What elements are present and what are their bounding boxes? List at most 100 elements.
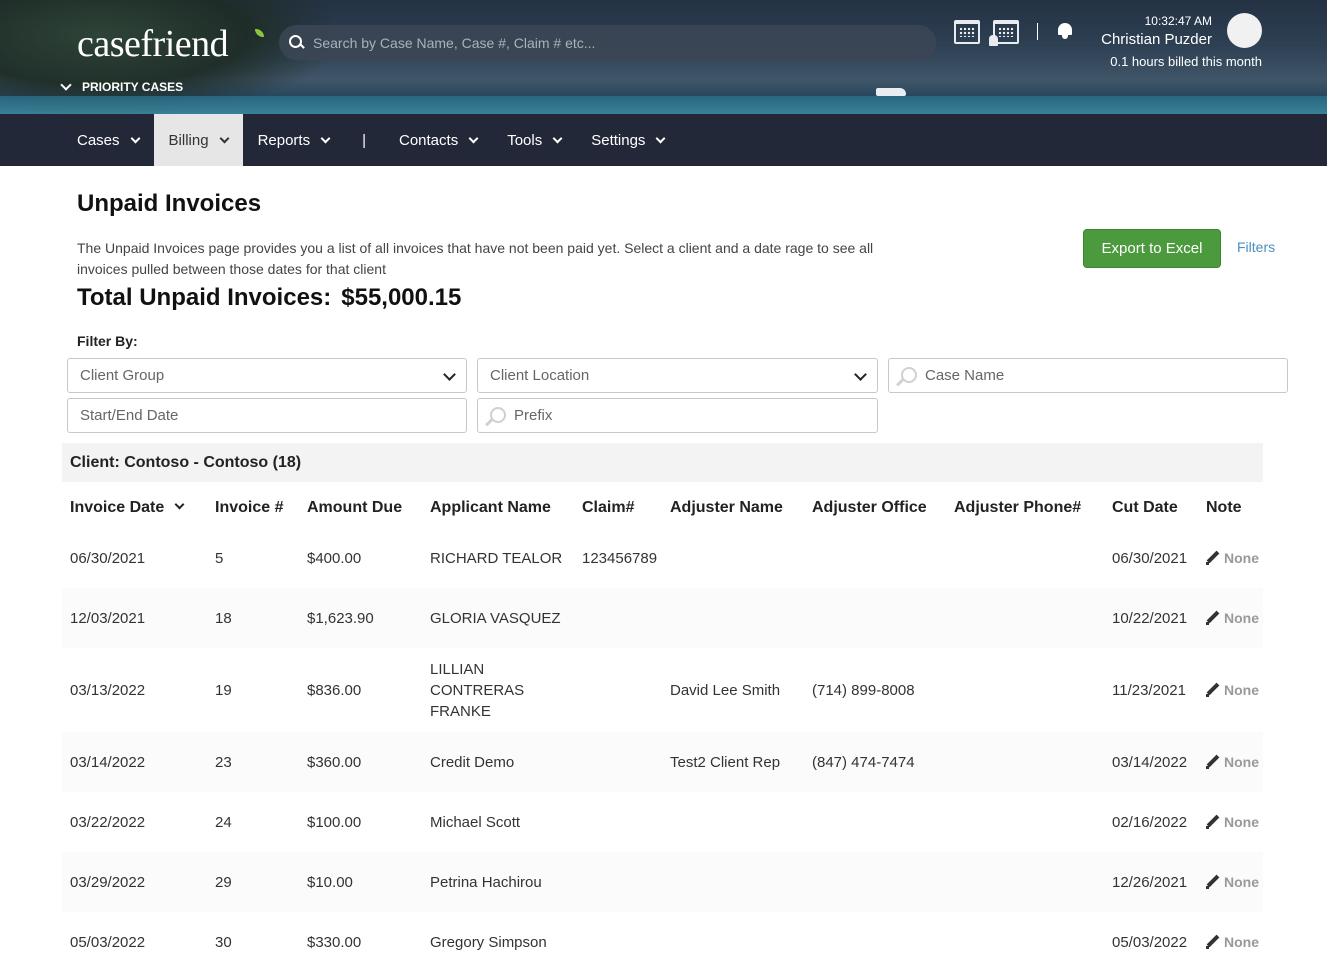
col-amount-due[interactable]: Amount Due: [299, 487, 422, 528]
app-logo[interactable]: casefriend: [77, 22, 264, 66]
user-name[interactable]: Christian Puzder: [1070, 31, 1212, 48]
col-invoice-date[interactable]: Invoice Date: [62, 487, 207, 528]
col-adjuster-name[interactable]: Adjuster Name: [662, 487, 804, 528]
cell-adjuster-name: Test2 Client Rep: [662, 732, 804, 792]
table-row[interactable]: 03/29/2022 29 $10.00 Petrina Hachirou 12/26/…: [62, 852, 1263, 912]
total-value: $55,000.15: [341, 284, 462, 311]
table-row[interactable]: 03/22/2022 24 $100.00 Michael Scott 02/16/20…: [62, 792, 1263, 852]
cell-claim: [574, 792, 662, 852]
app-header: casefriend PRIORITY CASES 10:32:47 AM Ch…: [0, 0, 1327, 114]
cell-adjuster-phone: [946, 792, 1104, 852]
person-icon: [989, 35, 998, 46]
case-name-input[interactable]: Case Name: [888, 358, 1288, 393]
cell-note[interactable]: None: [1198, 792, 1263, 852]
table-row[interactable]: 12/03/2021 18 $1,623.90 GLORIA VASQUEZ 10/22…: [62, 588, 1263, 648]
cell-note[interactable]: None: [1198, 912, 1263, 972]
col-cut-date[interactable]: Cut Date: [1104, 487, 1198, 528]
note-text: None: [1224, 549, 1259, 566]
edit-note-button[interactable]: None: [1206, 548, 1263, 569]
col-claim[interactable]: Claim#: [574, 487, 662, 528]
priority-cases-toggle[interactable]: PRIORITY CASES: [60, 79, 183, 94]
nav-contacts[interactable]: Contacts: [384, 114, 492, 166]
table-row[interactable]: 03/14/2022 23 $360.00 Credit Demo Test2 Clie…: [62, 732, 1263, 792]
cell-cut-date: 10/22/2021: [1104, 588, 1198, 648]
pencil-icon: [1206, 875, 1220, 889]
total-label: Total Unpaid Invoices:: [77, 284, 332, 311]
nav-billing[interactable]: Billing: [153, 114, 243, 166]
table-row[interactable]: 05/03/2022 30 $330.00 Gregory Simpson 05/03/…: [62, 912, 1263, 972]
filters-link[interactable]: Filters: [1237, 239, 1275, 255]
cell-invoice-date: 03/29/2022: [62, 852, 207, 912]
cell-cut-date: 12/26/2021: [1104, 852, 1198, 912]
cell-claim: 123456789: [574, 528, 662, 588]
chevron-down-icon: [655, 133, 666, 143]
edit-note-button[interactable]: None: [1206, 872, 1263, 893]
edit-note-button[interactable]: None: [1206, 752, 1263, 773]
cell-applicant-name: Credit Demo: [422, 732, 574, 792]
cell-invoice-date: 05/03/2022: [62, 912, 207, 972]
cell-amount-due: $360.00: [299, 732, 422, 792]
main-nav: Cases Billing Reports | Contacts Tools S…: [0, 114, 1327, 166]
col-invoice-number[interactable]: Invoice #: [207, 487, 299, 528]
edit-note-button[interactable]: None: [1206, 680, 1263, 701]
table-row[interactable]: 06/30/2021 5 $400.00 RICHARD TEALOR 12345678…: [62, 528, 1263, 588]
cell-adjuster-phone: [946, 852, 1104, 912]
chevron-down-icon: [130, 133, 140, 143]
cell-invoice-date: 03/22/2022: [62, 792, 207, 852]
cell-adjuster-phone: [946, 588, 1104, 648]
nav-tools[interactable]: Tools: [492, 114, 576, 166]
cell-adjuster-name: [662, 588, 804, 648]
edit-note-button[interactable]: None: [1206, 608, 1263, 629]
prefix-input[interactable]: Prefix: [477, 398, 878, 433]
cell-note[interactable]: None: [1198, 732, 1263, 792]
search-input[interactable]: [313, 34, 913, 51]
client-group-select[interactable]: Client Group: [67, 358, 467, 393]
cell-adjuster-office: (847) 474-7474: [804, 732, 946, 792]
avatar[interactable]: [1227, 13, 1262, 48]
cell-amount-due: $10.00: [299, 852, 422, 912]
cell-applicant-name: Michael Scott: [422, 792, 574, 852]
cell-cut-date: 02/16/2022: [1104, 792, 1198, 852]
note-text: None: [1224, 609, 1259, 626]
col-adjuster-office[interactable]: Adjuster Office: [804, 487, 946, 528]
cell-claim: [574, 648, 662, 732]
chevron-down-icon: [443, 368, 456, 381]
search-icon: [484, 405, 506, 427]
global-search[interactable]: [279, 25, 936, 60]
cell-applicant-name: Petrina Hachirou: [422, 852, 574, 912]
cell-amount-due: $400.00: [299, 528, 422, 588]
cell-invoice-date: 03/13/2022: [62, 648, 207, 732]
col-applicant-name[interactable]: Applicant Name: [422, 487, 574, 528]
table-row[interactable]: 03/13/2022 19 $836.00 LILLIAN CONTRERAS FRA…: [62, 648, 1263, 732]
cell-claim: [574, 732, 662, 792]
edit-note-button[interactable]: None: [1206, 932, 1263, 953]
sort-chevron-icon: [174, 499, 185, 509]
pencil-icon: [1206, 815, 1220, 829]
cell-invoice-number: 19: [207, 648, 299, 732]
page-description: The Unpaid Invoices page provides you a …: [77, 240, 874, 277]
cell-invoice-number: 18: [207, 588, 299, 648]
cell-note[interactable]: None: [1198, 528, 1263, 588]
col-adjuster-phone[interactable]: Adjuster Phone#: [946, 487, 1104, 528]
col-note[interactable]: Note: [1198, 487, 1263, 528]
note-text: None: [1224, 681, 1259, 698]
team-calendar-icon[interactable]: [989, 20, 1019, 46]
client-location-select[interactable]: Client Location: [477, 358, 878, 393]
cell-cut-date: 11/23/2021: [1104, 648, 1198, 732]
edit-note-button[interactable]: None: [1206, 812, 1263, 833]
search-icon: [895, 365, 917, 387]
cell-claim: [574, 852, 662, 912]
pencil-icon: [1206, 683, 1220, 697]
date-range-input[interactable]: Start/End Date: [67, 398, 467, 433]
calendar-icon[interactable]: [954, 20, 980, 44]
nav-reports[interactable]: Reports: [243, 114, 345, 166]
cell-invoice-date: 12/03/2021: [62, 588, 207, 648]
cell-note[interactable]: None: [1198, 852, 1263, 912]
nav-cases[interactable]: Cases: [62, 114, 154, 166]
filter-by-label: Filter By:: [77, 333, 138, 349]
cell-adjuster-office: [804, 792, 946, 852]
cell-note[interactable]: None: [1198, 648, 1263, 732]
nav-settings[interactable]: Settings: [576, 114, 679, 166]
cell-note[interactable]: None: [1198, 588, 1263, 648]
export-to-excel-button[interactable]: Export to Excel: [1083, 229, 1221, 268]
